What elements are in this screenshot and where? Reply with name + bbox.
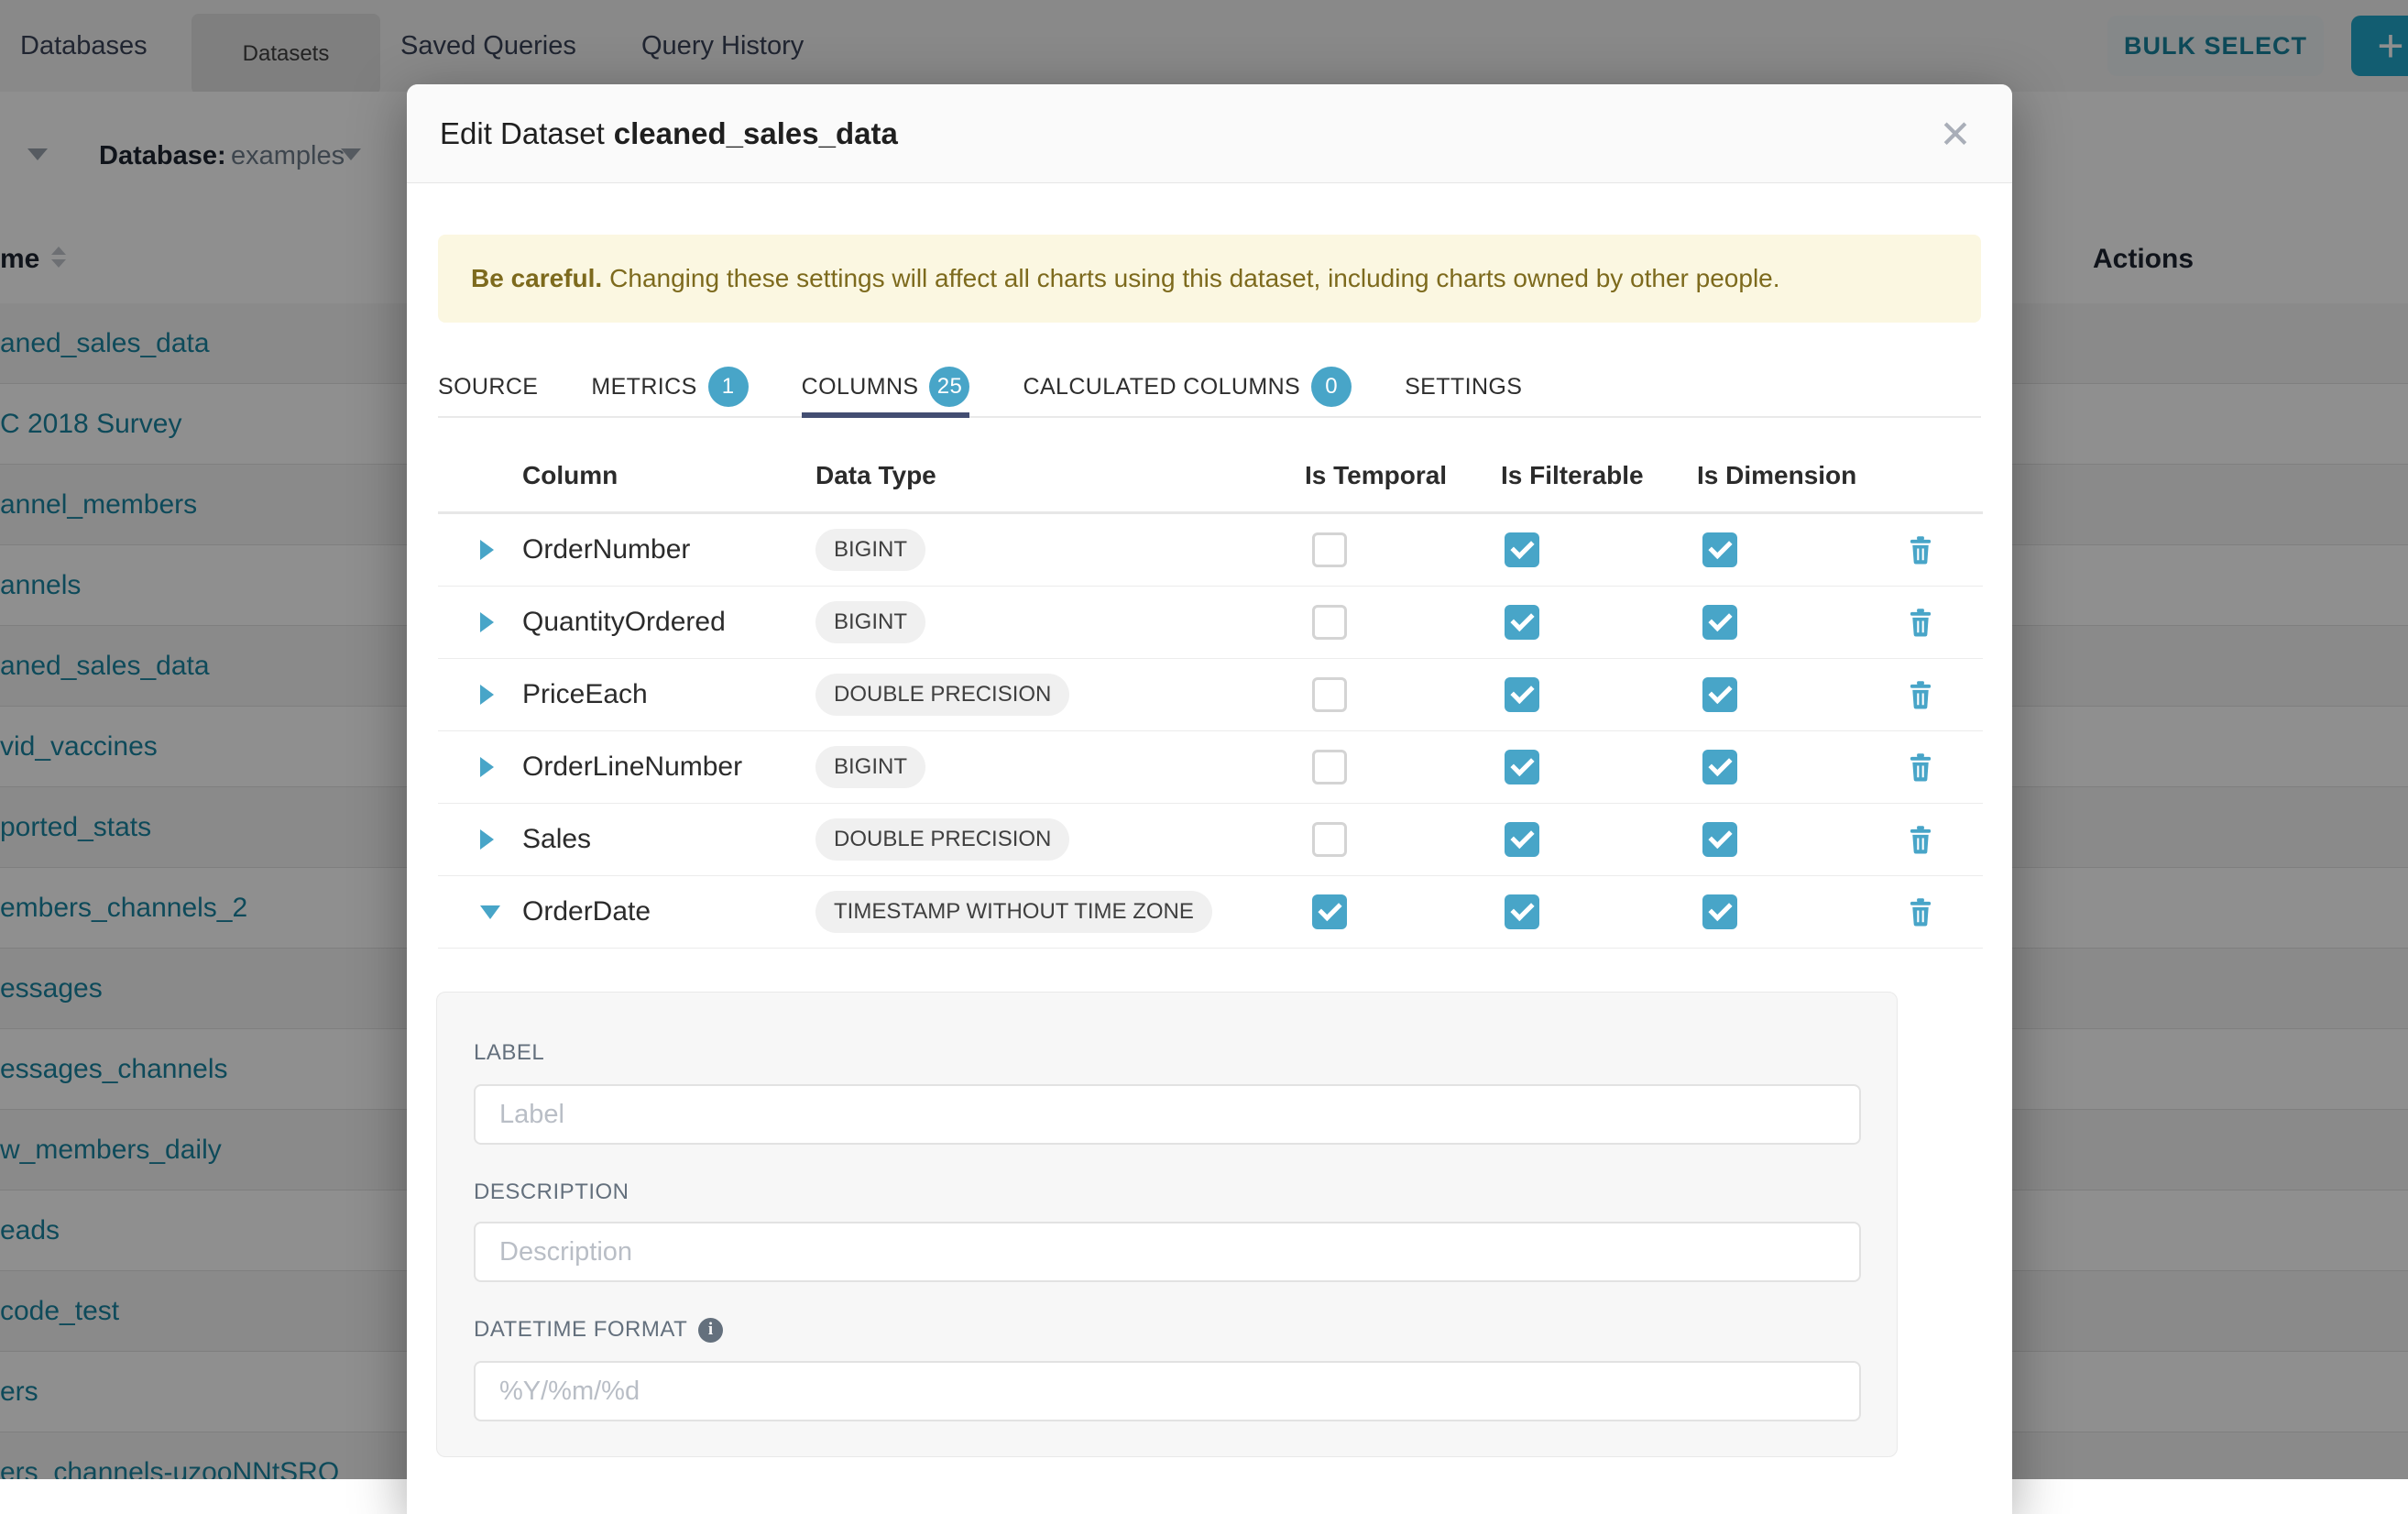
unchecked-checkbox[interactable] bbox=[1312, 822, 1347, 857]
column-name: PriceEach bbox=[522, 659, 648, 730]
column-header: Column bbox=[522, 440, 618, 511]
checked-checkbox[interactable] bbox=[1702, 677, 1737, 712]
warning-text: Changing these settings will affect all … bbox=[609, 264, 1779, 292]
modal-title-prefix: Edit Dataset bbox=[440, 116, 605, 151]
column-row-priceeach: PriceEach DOUBLE PRECISION bbox=[438, 659, 1983, 731]
description-input[interactable] bbox=[474, 1222, 1861, 1282]
expand-caret-icon[interactable] bbox=[480, 757, 494, 777]
delete-column-icon[interactable] bbox=[1904, 895, 1937, 928]
data-type-pill: BIGINT bbox=[815, 746, 925, 788]
is-filterable-header: Is Filterable bbox=[1501, 440, 1644, 511]
is-temporal-header: Is Temporal bbox=[1305, 440, 1447, 511]
warning-banner: Be careful.Changing these settings will … bbox=[438, 235, 1981, 323]
checked-checkbox[interactable] bbox=[1505, 532, 1539, 567]
tab-settings[interactable]: SETTINGS bbox=[1405, 357, 1522, 416]
checked-checkbox[interactable] bbox=[1702, 750, 1737, 784]
unchecked-checkbox[interactable] bbox=[1312, 677, 1347, 712]
unchecked-checkbox[interactable] bbox=[1312, 605, 1347, 640]
expand-caret-icon[interactable] bbox=[480, 540, 494, 560]
tab-label: SOURCE bbox=[438, 374, 538, 400]
datetime-format-field-label: DATETIME FORMAT i bbox=[474, 1317, 723, 1343]
column-detail-panel: LABEL DESCRIPTION DATETIME FORMAT i bbox=[436, 992, 1898, 1457]
tab-columns[interactable]: COLUMNS 25 bbox=[802, 357, 970, 416]
column-name: OrderLineNumber bbox=[522, 731, 742, 803]
label-field-label: LABEL bbox=[474, 1040, 544, 1066]
expand-caret-icon[interactable] bbox=[480, 612, 494, 632]
delete-column-icon[interactable] bbox=[1904, 533, 1937, 566]
collapse-caret-icon[interactable] bbox=[480, 905, 500, 919]
tab-source[interactable]: SOURCE bbox=[438, 357, 538, 416]
data-type-pill: TIMESTAMP WITHOUT TIME ZONE bbox=[815, 891, 1212, 933]
expand-caret-icon[interactable] bbox=[480, 685, 494, 705]
data-type-pill: BIGINT bbox=[815, 601, 925, 643]
column-row-orderdate: OrderDate TIMESTAMP WITHOUT TIME ZONE bbox=[438, 876, 1983, 949]
column-row-quantityordered: QuantityOrdered BIGINT bbox=[438, 587, 1983, 659]
tab-count-badge: 25 bbox=[929, 367, 969, 407]
column-row-ordernumber: OrderNumber BIGINT bbox=[438, 514, 1983, 587]
column-name: OrderDate bbox=[522, 876, 651, 948]
columns-table: Column Data Type Is Temporal Is Filterab… bbox=[438, 440, 1983, 949]
column-name: Sales bbox=[522, 804, 591, 875]
modal-header: Edit Dataset cleaned_sales_data ✕ bbox=[407, 84, 2012, 183]
delete-column-icon[interactable] bbox=[1904, 823, 1937, 856]
unchecked-checkbox[interactable] bbox=[1312, 750, 1347, 784]
tab-metrics[interactable]: METRICS 1 bbox=[591, 357, 748, 416]
column-name: QuantityOrdered bbox=[522, 587, 726, 658]
modal-tab-bar: SOURCE METRICS 1 COLUMNS 25 CALCULATED COLUMN… bbox=[438, 357, 1981, 418]
checked-checkbox[interactable] bbox=[1505, 894, 1539, 929]
unchecked-checkbox[interactable] bbox=[1312, 532, 1347, 567]
is-dimension-header: Is Dimension bbox=[1697, 440, 1856, 511]
delete-column-icon[interactable] bbox=[1904, 606, 1937, 639]
label-input[interactable] bbox=[474, 1084, 1861, 1145]
tab-label: CALCULATED COLUMNS bbox=[1023, 374, 1300, 400]
delete-column-icon[interactable] bbox=[1904, 751, 1937, 784]
checked-checkbox[interactable] bbox=[1702, 894, 1737, 929]
delete-column-icon[interactable] bbox=[1904, 678, 1937, 711]
checked-checkbox[interactable] bbox=[1312, 894, 1347, 929]
expand-caret-icon[interactable] bbox=[480, 829, 494, 850]
data-type-pill: DOUBLE PRECISION bbox=[815, 674, 1069, 716]
tab-label: METRICS bbox=[591, 374, 696, 400]
tab-count-badge: 1 bbox=[708, 367, 749, 407]
modal-title-dataset-name: cleaned_sales_data bbox=[614, 116, 898, 151]
column-row-sales: Sales DOUBLE PRECISION bbox=[438, 804, 1983, 876]
datetime-format-input[interactable] bbox=[474, 1361, 1861, 1421]
checked-checkbox[interactable] bbox=[1702, 532, 1737, 567]
edit-dataset-modal: Edit Dataset cleaned_sales_data ✕ Be car… bbox=[407, 84, 2012, 1514]
checked-checkbox[interactable] bbox=[1505, 822, 1539, 857]
description-field-label: DESCRIPTION bbox=[474, 1179, 629, 1205]
data-type-pill: BIGINT bbox=[815, 529, 925, 571]
data-type-header: Data Type bbox=[815, 440, 936, 511]
checked-checkbox[interactable] bbox=[1702, 822, 1737, 857]
tab-label: COLUMNS bbox=[802, 374, 919, 400]
tab-count-badge: 0 bbox=[1311, 367, 1352, 407]
checked-checkbox[interactable] bbox=[1505, 750, 1539, 784]
column-row-orderlinenumber: OrderLineNumber BIGINT bbox=[438, 731, 1983, 804]
tab-label: SETTINGS bbox=[1405, 374, 1522, 400]
column-name: OrderNumber bbox=[522, 514, 690, 586]
warning-bold-text: Be careful. bbox=[471, 264, 602, 292]
info-icon[interactable]: i bbox=[698, 1318, 723, 1343]
modal-title: Edit Dataset cleaned_sales_data bbox=[440, 84, 898, 183]
close-icon[interactable]: ✕ bbox=[1928, 84, 1983, 183]
tab-calculated-columns[interactable]: CALCULATED COLUMNS 0 bbox=[1023, 357, 1352, 416]
columns-table-header: Column Data Type Is Temporal Is Filterab… bbox=[438, 440, 1983, 514]
data-type-pill: DOUBLE PRECISION bbox=[815, 818, 1069, 861]
checked-checkbox[interactable] bbox=[1702, 605, 1737, 640]
checked-checkbox[interactable] bbox=[1505, 677, 1539, 712]
checked-checkbox[interactable] bbox=[1505, 605, 1539, 640]
